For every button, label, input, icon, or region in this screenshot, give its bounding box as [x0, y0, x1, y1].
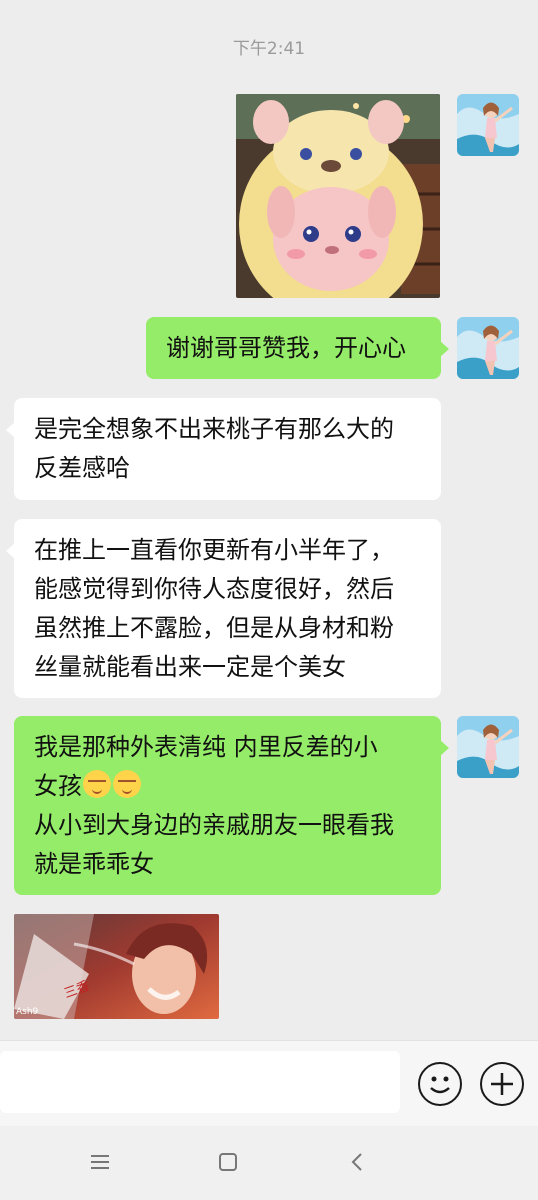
- square-icon[interactable]: [218, 1152, 238, 1172]
- smiley-icon[interactable]: [418, 1062, 462, 1106]
- chat-input-bar: [0, 1040, 538, 1127]
- message-timestamp: 下午2:41: [232, 39, 306, 59]
- back-chevron-icon[interactable]: [348, 1152, 368, 1172]
- menu-icon[interactable]: [90, 1152, 110, 1172]
- message-bubble-sent[interactable]: 我是那种外表清纯 内里反差的小 女孩 从小到大身边的亲戚朋友一眼看我 就是乖乖女: [14, 716, 449, 895]
- message-text: 谢谢哥哥赞我，开心心: [166, 334, 406, 362]
- blushing-face-emoji: [113, 770, 141, 798]
- plush-bunny-photo[interactable]: [236, 94, 440, 298]
- my-avatar[interactable]: [457, 317, 519, 379]
- message-bubble-received[interactable]: 是完全想象不出来桃子有那么大的 反差感哈: [6, 398, 441, 500]
- message-text: 反差感哈: [34, 454, 130, 482]
- message-bubble-received[interactable]: 在推上一直看你更新有小半年了， 能感觉得到你待人态度很好，然后 虽然推上不露脸，…: [6, 519, 441, 698]
- anime-drawing-image[interactable]: Ash9 三香: [14, 914, 219, 1019]
- plus-icon[interactable]: [480, 1062, 524, 1106]
- message-text: 是完全想象不出来桃子有那么大的: [34, 415, 394, 443]
- message-text: 丝量就能看出来一定是个美女: [34, 653, 346, 681]
- drawing-watermark: Ash9: [16, 1007, 39, 1017]
- message-text: 我是那种外表清纯 内里反差的小: [34, 733, 378, 761]
- message-text: 虽然推上不露脸，但是从身材和粉: [34, 614, 394, 642]
- blushing-face-emoji: [83, 770, 111, 798]
- system-navigation-bar: [0, 1126, 538, 1200]
- message-bubble-sent[interactable]: 谢谢哥哥赞我，开心心: [146, 317, 449, 379]
- message-text: 在推上一直看你更新有小半年了，: [34, 536, 394, 564]
- message-text: 能感觉得到你待人态度很好，然后: [34, 575, 394, 603]
- message-input[interactable]: [0, 1051, 400, 1113]
- my-avatar[interactable]: [457, 94, 519, 156]
- message-text: 就是乖乖女: [34, 850, 154, 878]
- message-text: 女孩: [34, 772, 82, 800]
- my-avatar[interactable]: [457, 716, 519, 778]
- message-text: 从小到大身边的亲戚朋友一眼看我: [34, 811, 394, 839]
